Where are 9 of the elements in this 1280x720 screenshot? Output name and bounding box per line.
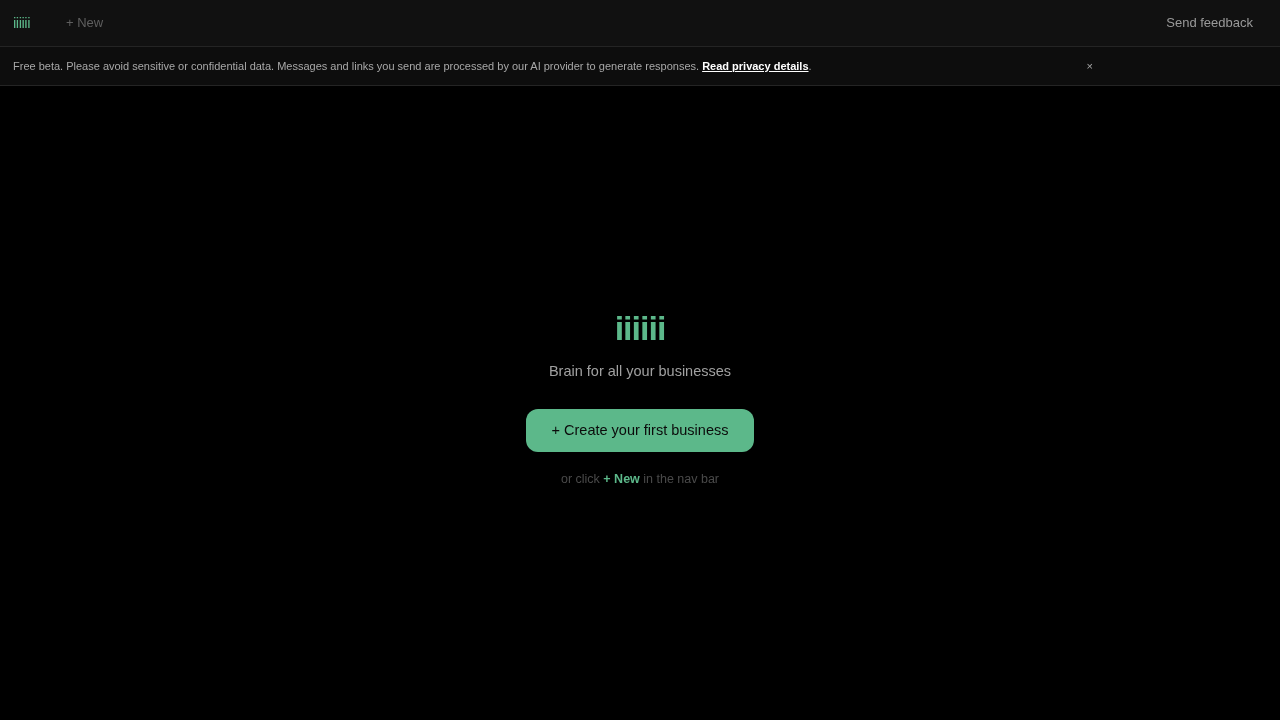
create-business-button[interactable]: + Create your first business xyxy=(526,409,754,452)
logo: iiiiii xyxy=(614,311,666,346)
logo[interactable]: iiiiii xyxy=(13,11,30,35)
privacy-link[interactable]: Read privacy details xyxy=(702,59,809,72)
send-feedback-button[interactable]: Send feedback xyxy=(1166,13,1253,33)
hint-text: or click + New in the nav bar xyxy=(560,471,720,488)
tagline: Brain for all your businesses xyxy=(548,362,732,382)
close-button[interactable]: × xyxy=(1086,60,1093,72)
beta-notice: Free beta. Please avoid sensitive or confidential data. Messages and links you send are processed by our AI provider to generate responses. Read privacy details. xyxy=(13,58,812,74)
